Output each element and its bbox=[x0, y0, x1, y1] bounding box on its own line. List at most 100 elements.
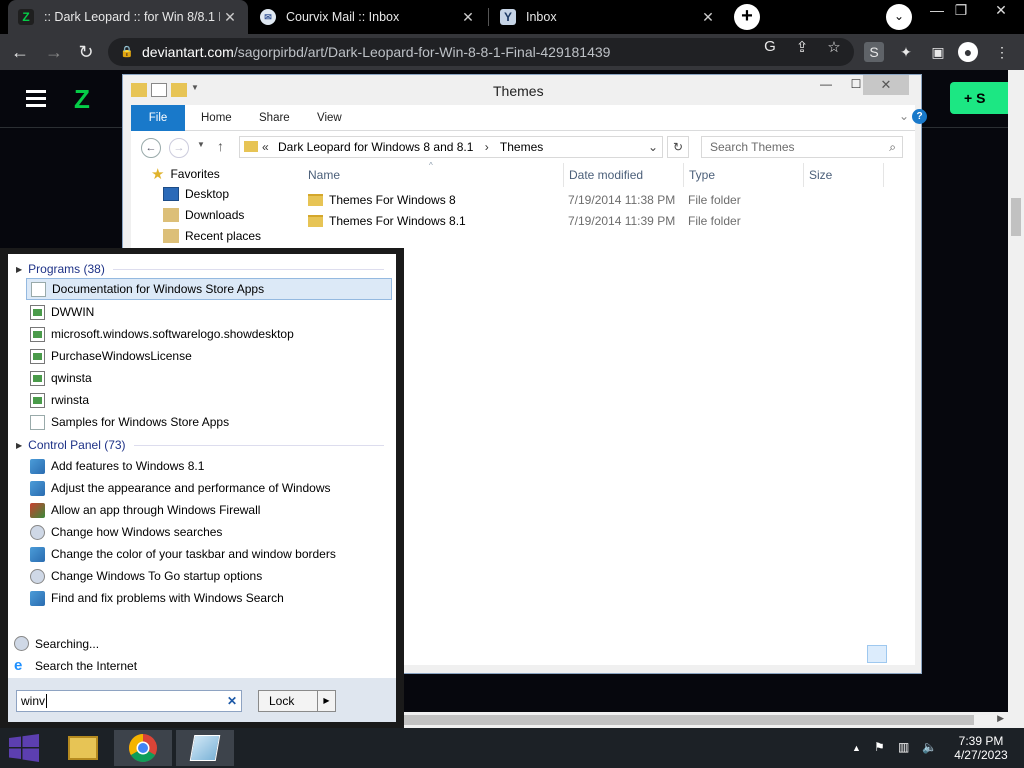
address-dropdown-icon[interactable]: ⌄ bbox=[648, 137, 658, 157]
refresh-icon[interactable]: ↻ bbox=[667, 136, 689, 158]
breadcrumb-chevron-icon[interactable]: › bbox=[485, 140, 489, 154]
forward-button[interactable]: → bbox=[42, 40, 66, 64]
result-item[interactable]: Adjust the appearance and performance of… bbox=[26, 477, 392, 499]
result-item[interactable]: DWWIN bbox=[26, 301, 392, 323]
forward-button[interactable]: → bbox=[169, 138, 189, 158]
up-arrow-icon[interactable]: ↑ bbox=[217, 138, 224, 154]
recent-locations-dropdown-icon[interactable]: ▼ bbox=[197, 140, 205, 149]
new-folder-icon[interactable] bbox=[171, 83, 187, 97]
file-row[interactable]: Themes For Windows 8.1 7/19/2014 11:39 P… bbox=[308, 212, 908, 232]
column-size[interactable]: Size bbox=[809, 163, 832, 187]
file-explorer-taskbar-button[interactable] bbox=[54, 730, 112, 766]
reload-button[interactable]: ↻ bbox=[74, 40, 98, 64]
profile-avatar-icon[interactable]: ● bbox=[958, 42, 978, 62]
tab-share[interactable]: Share bbox=[259, 105, 290, 131]
google-icon[interactable]: G bbox=[760, 38, 780, 55]
tab-file[interactable]: File bbox=[131, 105, 185, 131]
column-separator[interactable] bbox=[803, 163, 804, 187]
expand-ribbon-icon[interactable]: ⌄ bbox=[899, 109, 909, 123]
result-item[interactable]: Change how Windows searches bbox=[26, 521, 392, 543]
close-window-icon[interactable]: ✕ bbox=[986, 2, 1016, 19]
extensions-puzzle-icon[interactable]: ✦ bbox=[896, 42, 916, 62]
start-button[interactable] bbox=[0, 730, 48, 766]
scroll-right-arrow-icon[interactable]: ▶ bbox=[997, 713, 1004, 724]
explorer-address-bar[interactable]: « Dark Leopard for Windows 8 and 8.1 › T… bbox=[239, 136, 663, 158]
close-tab-icon[interactable]: ✕ bbox=[698, 9, 718, 26]
tab-courvix-mail[interactable]: ✉ Courvix Mail :: Inbox ✕ bbox=[250, 0, 486, 34]
hamburger-menu-icon[interactable] bbox=[26, 90, 46, 107]
clock[interactable]: 7:39 PM 4/27/2023 bbox=[948, 734, 1014, 762]
power-options-arrow-icon[interactable]: ▶ bbox=[317, 691, 335, 711]
start-search-input[interactable]: winv ✕ bbox=[16, 690, 242, 712]
close-window-icon[interactable]: ✕ bbox=[863, 75, 909, 95]
result-item[interactable]: Find and fix problems with Windows Searc… bbox=[26, 587, 392, 609]
folder-icon[interactable] bbox=[131, 83, 147, 97]
column-separator[interactable] bbox=[883, 163, 884, 187]
back-button[interactable]: ← bbox=[141, 138, 161, 158]
breadcrumb-current[interactable]: Themes bbox=[500, 140, 543, 154]
customize-dropdown-icon[interactable]: ▼ bbox=[191, 83, 201, 97]
bookmark-star-icon[interactable]: ☆ bbox=[824, 38, 844, 56]
search-internet-link[interactable]: e Search the Internet bbox=[14, 658, 137, 673]
search-icon[interactable]: ⌕ bbox=[889, 137, 896, 157]
chrome-taskbar-button[interactable] bbox=[114, 730, 172, 766]
result-item[interactable]: Samples for Windows Store Apps bbox=[26, 411, 392, 433]
scroll-thumb[interactable] bbox=[404, 715, 974, 725]
result-item[interactable]: microsoft.windows.softwarelogo.showdeskt… bbox=[26, 323, 392, 345]
column-type[interactable]: Type bbox=[689, 163, 715, 187]
lock-button[interactable]: Lock ▶ bbox=[258, 690, 336, 712]
result-item[interactable]: Documentation for Windows Store Apps bbox=[26, 278, 392, 300]
network-icon[interactable]: ▥ bbox=[898, 740, 909, 754]
nav-desktop[interactable]: Desktop bbox=[163, 187, 229, 201]
column-name[interactable]: Name bbox=[308, 163, 340, 187]
notes-taskbar-button[interactable] bbox=[176, 730, 234, 766]
back-button[interactable]: ← bbox=[8, 40, 32, 64]
volume-muted-icon[interactable]: 🔈 bbox=[922, 740, 937, 754]
tab-deviantart[interactable]: Z :: Dark Leopard :: for Win 8/8.1 Fi ✕ bbox=[8, 0, 248, 34]
nav-favorites[interactable]: ★ Favorites bbox=[151, 165, 220, 183]
details-view-icon[interactable] bbox=[867, 645, 887, 663]
restore-icon[interactable]: ❐ bbox=[946, 2, 976, 19]
result-item[interactable]: qwinsta bbox=[26, 367, 392, 389]
action-center-flag-icon[interactable]: ⚑ bbox=[874, 740, 885, 754]
large-icons-view-icon[interactable] bbox=[891, 645, 911, 663]
result-item[interactable]: PurchaseWindowsLicense bbox=[26, 345, 392, 367]
show-hidden-icons[interactable]: ▲ bbox=[852, 743, 861, 753]
column-separator[interactable] bbox=[683, 163, 684, 187]
file-row[interactable]: Themes For Windows 8 7/19/2014 11:38 PM … bbox=[308, 191, 908, 211]
address-bar[interactable]: 🔒 deviantart.com/sagorpirbd/art/Dark-Leo… bbox=[108, 38, 854, 66]
page-horizontal-scrollbar[interactable]: ▶ bbox=[400, 712, 1008, 728]
control-panel-group-header[interactable]: ▶ Control Panel (73) bbox=[16, 438, 384, 452]
column-date-modified[interactable]: Date modified bbox=[569, 163, 643, 187]
page-vertical-scrollbar[interactable] bbox=[1008, 70, 1024, 730]
result-item[interactable]: rwinsta bbox=[26, 389, 392, 411]
breadcrumb-prefix[interactable]: « bbox=[262, 137, 269, 157]
tab-search-button[interactable]: ⌄ bbox=[886, 4, 912, 30]
minimize-icon[interactable]: — bbox=[813, 77, 839, 91]
close-tab-icon[interactable]: ✕ bbox=[220, 9, 240, 26]
nav-downloads[interactable]: Downloads bbox=[163, 208, 244, 222]
result-item[interactable]: Change Windows To Go startup options bbox=[26, 565, 392, 587]
tab-inbox[interactable]: Y Inbox ✕ bbox=[490, 0, 726, 34]
expand-triangle-icon[interactable]: ▶ bbox=[16, 265, 22, 274]
properties-icon[interactable] bbox=[151, 83, 167, 97]
help-icon[interactable]: ? bbox=[912, 109, 927, 124]
clear-search-icon[interactable]: ✕ bbox=[227, 691, 237, 711]
extension-s-icon[interactable]: S bbox=[864, 42, 884, 62]
programs-group-header[interactable]: ▶ Programs (38) bbox=[16, 262, 384, 276]
tab-view[interactable]: View bbox=[317, 105, 342, 131]
scroll-thumb[interactable] bbox=[1011, 198, 1021, 236]
new-tab-button[interactable]: + bbox=[734, 4, 760, 30]
share-icon[interactable]: ⇪ bbox=[792, 38, 812, 56]
result-item[interactable]: Change the color of your taskbar and win… bbox=[26, 543, 392, 565]
result-item[interactable]: Allow an app through Windows Firewall bbox=[26, 499, 392, 521]
tab-home[interactable]: Home bbox=[201, 105, 232, 131]
lock-icon[interactable]: 🔒 bbox=[120, 38, 134, 66]
column-separator[interactable] bbox=[563, 163, 564, 187]
menu-kebab-icon[interactable]: ⋮ bbox=[992, 42, 1012, 62]
side-panel-icon[interactable]: ▣ bbox=[928, 42, 948, 62]
close-tab-icon[interactable]: ✕ bbox=[458, 9, 478, 26]
expand-triangle-icon[interactable]: ▶ bbox=[16, 441, 22, 450]
breadcrumb-parent[interactable]: Dark Leopard for Windows 8 and 8.1 bbox=[278, 140, 473, 154]
explorer-search-input[interactable]: Search Themes ⌕ bbox=[701, 136, 903, 158]
